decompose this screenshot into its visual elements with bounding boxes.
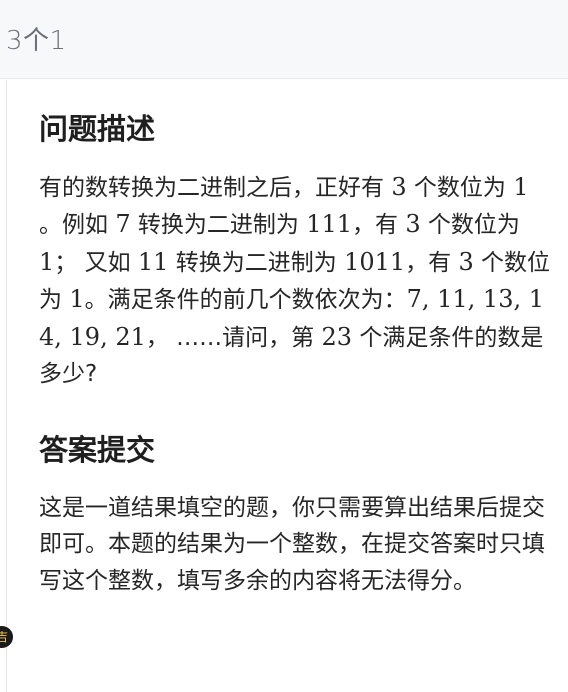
problem-content: 问题描述 有的数转换为二进制之后，正好有 3 个数位为 1 。例如 7 转换为二… (39, 92, 554, 599)
text-segment: 转换为二进制为 (130, 212, 307, 239)
page-title: 3个1 (6, 26, 67, 56)
floating-badge-icon[interactable]: 吉 (0, 626, 13, 648)
text-segment: ，有 (405, 249, 459, 276)
text-segment: ，有 (352, 212, 406, 239)
problem-page: 3个1 问题描述 有的数转换为二进制之后，正好有 3 个数位为 1 。例如 7 … (0, 0, 568, 692)
text-segment: 转换为二进制为 (168, 249, 345, 276)
text-segment: 有的数转换为二进制之后，正好有 (39, 174, 392, 201)
math-number: 3 (391, 172, 407, 201)
title-bar: 3个1 (0, 0, 568, 79)
answer-submission-text: 这是一道结果填空的题，你只需要算出结果后提交即可。本题的结果为一个整数，在提交答… (39, 494, 545, 594)
math-number: 111 (306, 210, 353, 239)
math-number: 3 (458, 247, 474, 276)
math-number: 3 (405, 210, 421, 239)
text-segment: 个数位为 (406, 174, 514, 201)
math-number: 1011 (344, 247, 406, 276)
text-segment: ， ……请问，第 (145, 324, 322, 351)
text-segment: 。满足条件的前几个数依次为： (84, 287, 407, 314)
answer-submission-heading: 答案提交 (39, 432, 156, 467)
left-border (6, 80, 7, 692)
text-segment: 个数位为 (420, 212, 520, 239)
problem-description-heading: 问题描述 (39, 112, 156, 146)
math-number: 1 (69, 285, 85, 314)
math-number: 23 (321, 322, 353, 351)
math-number: 11 (137, 247, 169, 276)
text-segment: 。例如 (39, 212, 116, 239)
text-segment: ； 又如 (54, 249, 138, 276)
math-number: 1 (39, 247, 55, 276)
math-number: 7 (115, 210, 131, 239)
problem-description-text: 有的数转换为二进制之后，正好有 3 个数位为 1 。例如 7 转换为二进制为 1… (39, 169, 554, 393)
math-number: 1 (513, 172, 529, 201)
